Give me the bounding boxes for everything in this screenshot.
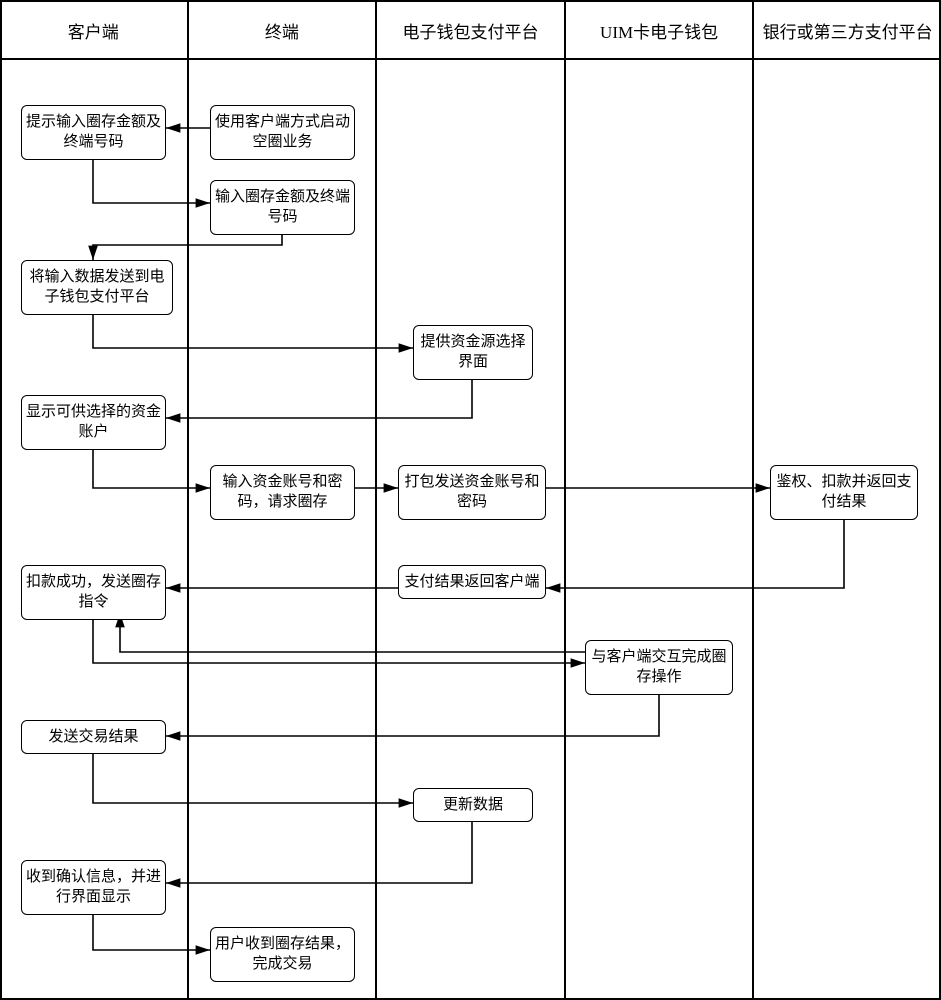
node-enter-credentials: 输入资金账号和密码，请求圈存 [210,465,355,520]
node-send-to-platform: 将输入数据发送到电子钱包支付平台 [21,260,173,315]
lane-header-bank: 银行或第三方支付平台 [754,2,941,58]
lane-header-terminal: 终端 [189,2,378,58]
lane-header-ewallet-platform: 电子钱包支付平台 [377,2,566,58]
node-show-accounts: 显示可供选择的资金账户 [21,395,166,450]
node-auth-deduct: 鉴权、扣款并返回支付结果 [770,465,918,520]
node-start-service: 使用客户端方式启动空圈业务 [210,105,355,160]
node-send-tx-result: 发送交易结果 [21,720,166,754]
node-pay-result-return: 支付结果返回客户端 [398,565,546,599]
swimlane-diagram: 客户端 终端 电子钱包支付平台 UIM卡电子钱包 银行或第三方支付平台 使用客户… [0,0,941,1000]
node-enter-amount: 输入圈存金额及终端号码 [210,180,355,235]
node-deduct-ok-send: 扣款成功，发送圈存指令 [21,565,166,620]
lane-headers: 客户端 终端 电子钱包支付平台 UIM卡电子钱包 银行或第三方支付平台 [0,0,941,60]
node-update-data: 更新数据 [413,788,533,822]
node-package-send: 打包发送资金账号和密码 [398,465,546,520]
node-uim-interact: 与客户端交互完成圈存操作 [585,640,733,695]
node-confirm-display: 收到确认信息，并进行界面显示 [21,860,166,915]
lane-header-client: 客户端 [0,2,189,58]
node-fund-source-select: 提供资金源选择界面 [413,325,533,380]
lane-header-uim-wallet: UIM卡电子钱包 [566,2,755,58]
node-user-receives: 用户收到圈存结果，完成交易 [210,927,355,982]
node-prompt-amount: 提示输入圈存金额及终端号码 [21,105,166,160]
